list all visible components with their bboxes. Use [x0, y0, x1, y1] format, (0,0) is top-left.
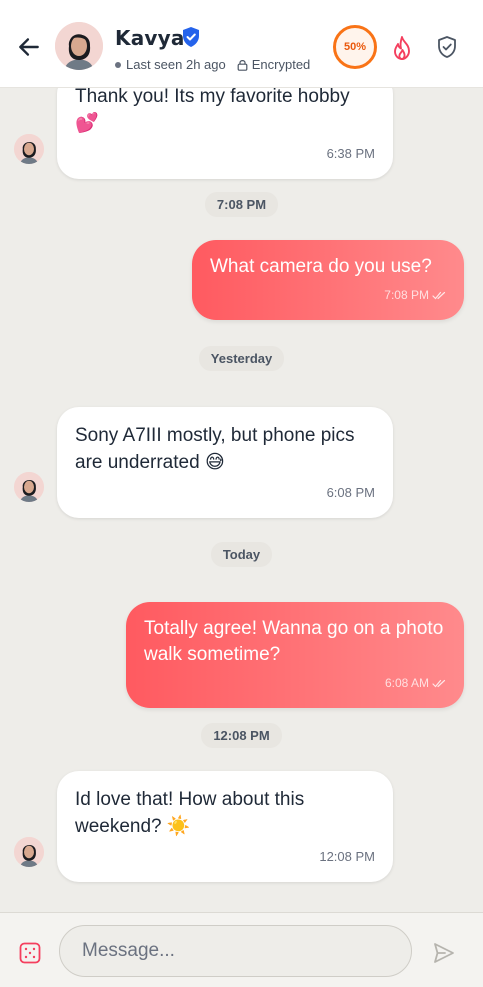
- date-separator: Today: [0, 542, 483, 567]
- contact-name: Kavya: [115, 26, 185, 50]
- message-composer: [0, 912, 483, 987]
- chat-header: Kavya Last seen 2h ago Encrypted 50%: [0, 0, 483, 88]
- sender-avatar[interactable]: [14, 472, 44, 502]
- separator-label: 12:08 PM: [201, 723, 282, 748]
- emoji-hearts: 💕: [75, 112, 99, 134]
- message-input[interactable]: [59, 925, 412, 977]
- flame-icon[interactable]: [390, 35, 414, 61]
- separator-label: Today: [210, 542, 273, 567]
- message-time: 7:08 PM: [384, 288, 429, 302]
- separator-label: Yesterday: [198, 346, 285, 371]
- time-separator: 12:08 PM: [0, 723, 483, 748]
- message-bubble-incoming[interactable]: Id love that! How about this weekend? ☀️…: [57, 771, 393, 882]
- message-text: Totally agree! Wanna go on a photo walk …: [144, 618, 444, 665]
- message-meta: 7:08 PM: [210, 282, 446, 308]
- message-time: 12:08 PM: [319, 849, 375, 864]
- message-text: What camera do you use?: [210, 256, 432, 277]
- message-meta: 6:08 AM: [144, 670, 446, 696]
- emoji-grin-sweat: 😅: [204, 451, 225, 473]
- date-separator: Yesterday: [0, 346, 483, 371]
- last-seen-text: Last seen 2h ago: [126, 57, 226, 72]
- verified-shield-icon: [183, 27, 199, 47]
- dice-icon[interactable]: [18, 941, 42, 965]
- message-time: 6:08 AM: [384, 676, 429, 690]
- sender-avatar[interactable]: [14, 134, 44, 164]
- message-text: Thank you! Its my favorite hobby: [75, 86, 350, 107]
- read-ticks-icon: [432, 291, 446, 299]
- presence-dot: [115, 61, 121, 68]
- message-time: 6:08 PM: [326, 485, 375, 500]
- presence-status: Last seen 2h ago Encrypted: [115, 57, 310, 72]
- sender-avatar[interactable]: [14, 837, 44, 867]
- shield-check-icon[interactable]: [436, 35, 458, 59]
- encrypted-label: Encrypted: [251, 57, 311, 72]
- message-bubble-outgoing[interactable]: What camera do you use? 7:08 PM: [192, 240, 464, 320]
- message-bubble-outgoing[interactable]: Totally agree! Wanna go on a photo walk …: [126, 602, 464, 708]
- read-ticks-icon: [432, 679, 446, 687]
- time-separator: 7:08 PM: [0, 192, 483, 217]
- separator-label: 7:08 PM: [204, 192, 279, 217]
- progress-ring[interactable]: 50%: [333, 25, 377, 69]
- contact-avatar[interactable]: [55, 22, 103, 70]
- send-icon[interactable]: [433, 942, 455, 964]
- message-bubble-incoming[interactable]: Thank you! Its my favorite hobby 💕 6:38 …: [57, 72, 393, 179]
- message-time: 6:38 PM: [326, 146, 375, 161]
- emoji-sun: ☀️: [166, 815, 191, 837]
- progress-label: 50%: [343, 41, 367, 53]
- message-bubble-incoming[interactable]: Sony A7III mostly, but phone pics are un…: [57, 407, 393, 518]
- back-arrow-icon[interactable]: [16, 34, 42, 60]
- lock-icon: [237, 59, 248, 71]
